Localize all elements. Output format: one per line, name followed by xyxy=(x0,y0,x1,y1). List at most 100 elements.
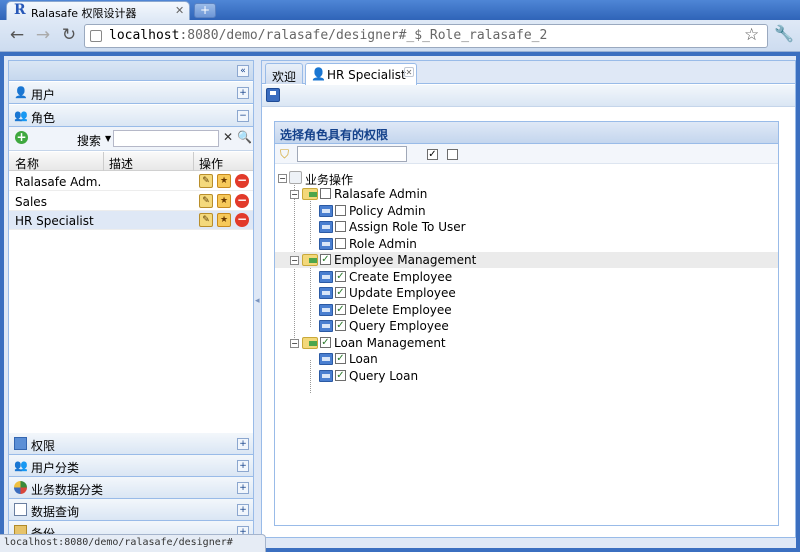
permission-panel-title: 选择角色具有的权限 xyxy=(280,128,389,142)
url-path: :8080/demo/ralasafe/designer#_$_Role_ral… xyxy=(179,28,548,43)
address-bar[interactable]: localhost:8080/demo/ralasafe/designer#_$… xyxy=(84,24,768,48)
tree-checkbox[interactable] xyxy=(335,238,346,249)
permission-icon[interactable]: ★ xyxy=(217,174,231,188)
folder-icon xyxy=(302,337,318,349)
tab-close-icon[interactable]: ✕ xyxy=(175,4,184,17)
accordion-users[interactable]: 👤 用户 + xyxy=(9,82,253,104)
tree-checkbox-checked[interactable]: ✓ xyxy=(335,353,346,364)
tree-checkbox[interactable] xyxy=(320,188,331,199)
tree-node-leaf[interactable]: ✓ Create Employee xyxy=(275,269,778,285)
tree-node-leaf[interactable]: ✓ Query Loan xyxy=(275,368,778,384)
folder-icon xyxy=(302,188,318,200)
column-description[interactable]: 描述 xyxy=(109,155,133,172)
tree-collapse-icon[interactable]: − xyxy=(290,256,299,265)
accordion-label: 角色 xyxy=(31,111,56,125)
delete-icon[interactable]: − xyxy=(235,213,249,227)
add-role-icon[interactable]: + xyxy=(15,131,28,144)
role-icon: 👤 xyxy=(311,67,326,81)
folder-icon xyxy=(302,254,318,266)
column-name[interactable]: 名称 xyxy=(15,155,39,172)
tab-label: HR Specialist xyxy=(327,68,406,82)
tree-node-group[interactable]: − Ralasafe Admin xyxy=(275,186,778,202)
tree-node-leaf[interactable]: Assign Role To User xyxy=(275,219,778,235)
tree-collapse-icon[interactable]: − xyxy=(278,174,287,183)
accordion-label: 数据查询 xyxy=(31,505,80,519)
left-panel: « 👤 用户 + 👥 角色 − + 搜索 ▼ ✕ 🔍 名称 描述 操作 Rala… xyxy=(8,60,254,538)
role-grid-header: 名称 描述 操作 xyxy=(9,152,253,171)
delete-icon[interactable]: − xyxy=(235,194,249,208)
new-tab-button[interactable]: + xyxy=(194,3,216,18)
back-icon[interactable]: ← xyxy=(6,24,28,46)
tree-node-leaf[interactable]: Role Admin xyxy=(275,236,778,252)
edit-icon[interactable]: ✎ xyxy=(199,194,213,208)
tab-close-icon[interactable]: ✕ xyxy=(404,67,414,77)
search-input[interactable] xyxy=(113,130,219,147)
browser-tab[interactable]: R Ralasafe 权限设计器 ✕ xyxy=(6,1,190,20)
accordion-business-data[interactable]: 业务数据分类 + xyxy=(9,477,253,499)
tab-welcome[interactable]: 欢迎 xyxy=(265,63,303,84)
tree-node-label: Delete Employee xyxy=(349,303,452,317)
column-actions[interactable]: 操作 xyxy=(199,155,223,172)
tree-checkbox-checked[interactable]: ✓ xyxy=(335,304,346,315)
search-dropdown-icon[interactable]: ▼ xyxy=(105,134,111,143)
tree-node-leaf[interactable]: ✓ Query Employee xyxy=(275,318,778,334)
accordion-data-query[interactable]: 数据查询 + xyxy=(9,499,253,521)
tree-node-group-highlighted[interactable]: − ✓ Employee Management xyxy=(275,252,778,268)
uncheck-all-checkbox[interactable] xyxy=(447,149,458,160)
role-icon: 👥 xyxy=(14,109,28,122)
tree-node-leaf[interactable]: ✓ Delete Employee xyxy=(275,302,778,318)
search-icon[interactable]: 🔍 xyxy=(237,130,252,144)
tree-checkbox-checked[interactable]: ✓ xyxy=(335,287,346,298)
tree-node-group[interactable]: − ✓ Loan Management xyxy=(275,335,778,351)
delete-icon[interactable]: − xyxy=(235,174,249,188)
accordion-user-category[interactable]: 👥 用户分类 + xyxy=(9,455,253,477)
tree-checkbox-checked[interactable]: ✓ xyxy=(335,271,346,282)
search-label[interactable]: 搜索 xyxy=(77,132,101,149)
role-row-selected[interactable]: HR Specialist ✎ ★ − xyxy=(9,211,253,230)
clear-search-icon[interactable]: ✕ xyxy=(223,130,233,144)
edit-icon[interactable]: ✎ xyxy=(199,174,213,188)
accordion-permissions[interactable]: 权限 + xyxy=(9,433,253,455)
page-icon xyxy=(90,30,102,42)
column-divider xyxy=(193,152,194,171)
accordion-roles[interactable]: 👥 角色 − xyxy=(9,105,253,127)
wrench-icon[interactable]: 🔧 xyxy=(774,24,794,43)
forward-icon[interactable]: → xyxy=(32,24,54,46)
bookmark-star-icon[interactable]: ☆ xyxy=(744,25,759,45)
role-row[interactable]: Ralasafe Adm... ✎ ★ − xyxy=(9,172,253,191)
collapse-left-icon[interactable]: « xyxy=(237,65,249,77)
collapse-icon[interactable]: − xyxy=(237,110,249,122)
tree-checkbox[interactable] xyxy=(335,221,346,232)
tree-collapse-icon[interactable]: − xyxy=(290,190,299,199)
role-name: Ralasafe Adm... xyxy=(15,175,101,189)
role-row[interactable]: Sales ✎ ★ − xyxy=(9,192,253,211)
permission-icon[interactable]: ★ xyxy=(217,194,231,208)
tree-filter-input[interactable] xyxy=(297,146,407,162)
expand-icon[interactable]: + xyxy=(237,460,249,472)
check-all-checkbox[interactable]: ✓ xyxy=(427,149,438,160)
tree-checkbox[interactable] xyxy=(335,205,346,216)
url-text[interactable]: localhost:8080/demo/ralasafe/designer#_$… xyxy=(109,28,547,43)
expand-icon[interactable]: + xyxy=(237,504,249,516)
permission-leaf-icon xyxy=(319,304,333,316)
tree-collapse-icon[interactable]: − xyxy=(290,339,299,348)
splitter-handle[interactable]: ◂ xyxy=(255,296,260,306)
tree-node-leaf[interactable]: ✓ Loan xyxy=(275,351,778,367)
reload-icon[interactable]: ↻ xyxy=(58,24,80,46)
tree-checkbox-checked[interactable]: ✓ xyxy=(335,370,346,381)
status-url: localhost:8080/demo/ralasafe/designer# xyxy=(4,537,233,548)
tree-node-leaf[interactable]: Policy Admin xyxy=(275,203,778,219)
expand-icon[interactable]: + xyxy=(237,438,249,450)
save-icon[interactable] xyxy=(266,88,280,102)
expand-icon[interactable]: + xyxy=(237,482,249,494)
permission-icon[interactable]: ★ xyxy=(217,213,231,227)
tree-node-label: Assign Role To User xyxy=(349,220,466,234)
tree-checkbox-checked[interactable]: ✓ xyxy=(335,320,346,331)
tree-node-root[interactable]: − 业务操作 xyxy=(275,170,778,187)
edit-icon[interactable]: ✎ xyxy=(199,213,213,227)
tree-checkbox-checked[interactable]: ✓ xyxy=(320,254,331,265)
tree-node-leaf[interactable]: ✓ Update Employee xyxy=(275,285,778,301)
expand-icon[interactable]: + xyxy=(237,87,249,99)
tree-checkbox-checked[interactable]: ✓ xyxy=(320,337,331,348)
tab-hr-specialist[interactable]: 👤 HR Specialist ✕ xyxy=(305,63,417,85)
